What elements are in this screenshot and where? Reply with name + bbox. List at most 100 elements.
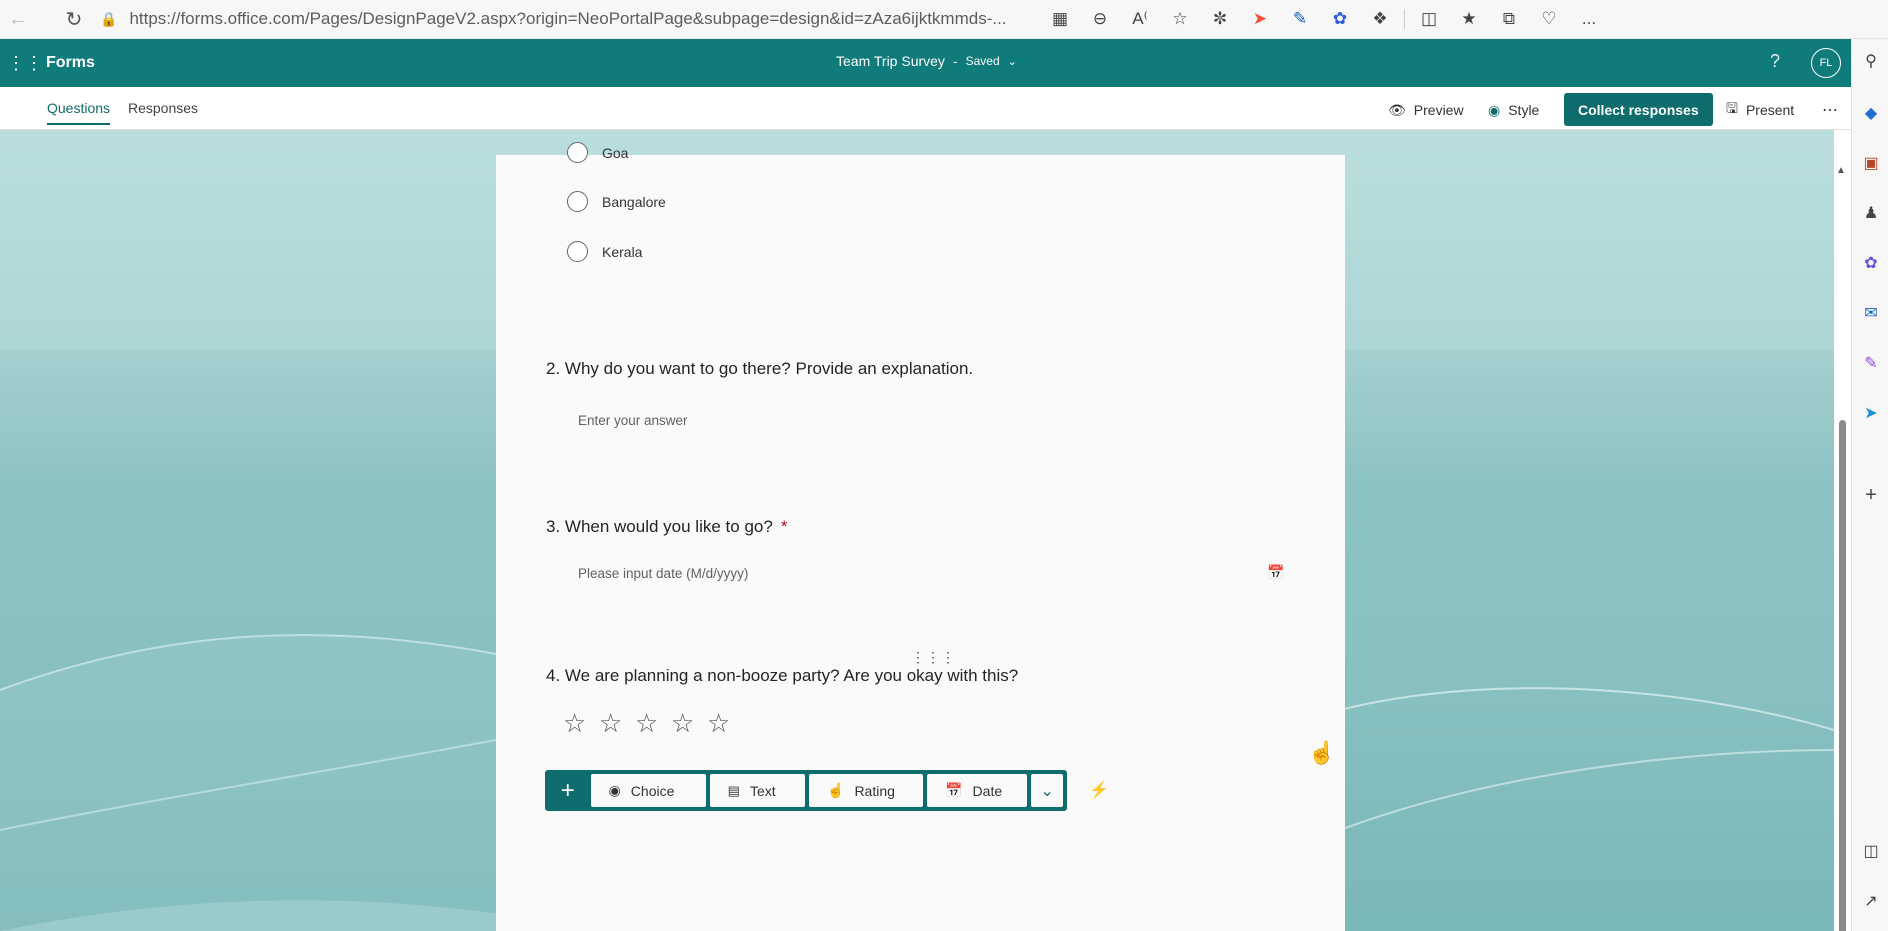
add-question-button[interactable]: + bbox=[549, 774, 587, 807]
extension-bug-icon[interactable]: ✼ bbox=[1200, 4, 1240, 34]
style-button[interactable]: ◉ Style bbox=[1488, 95, 1539, 125]
lock-icon: 🔒 bbox=[100, 10, 118, 27]
lightning-icon[interactable]: ⚡ bbox=[1089, 780, 1109, 800]
browser-toolbar: ← ↻ 🔒 https://forms.office.com/Pages/Des… bbox=[0, 0, 1888, 39]
choice-button[interactable]: ◉ Choice bbox=[590, 774, 706, 807]
rating-button[interactable]: ☝ Rating bbox=[809, 774, 924, 807]
copilot-icon[interactable]: ✿ bbox=[1859, 251, 1883, 275]
avatar[interactable]: FL bbox=[1811, 48, 1841, 78]
help-icon[interactable]: ? bbox=[1770, 51, 1780, 72]
preview-button[interactable]: 👁 Preview bbox=[1388, 95, 1464, 125]
extension-flame-icon[interactable]: ✿ bbox=[1320, 4, 1360, 34]
more-icon[interactable]: ... bbox=[1569, 4, 1609, 34]
browser-toolbar-icons: ▦ ⊖ A⁽ ☆ ✼ ➤ ✎ ✿ ❖ ◫ ★ ⧉ ♡ ... bbox=[1040, 4, 1609, 34]
answer-input[interactable]: Enter your answer bbox=[578, 413, 688, 428]
hand-cursor-icon: ☝ bbox=[1308, 740, 1336, 765]
back-icon[interactable]: ← bbox=[0, 4, 36, 34]
calendar-icon: 📅 bbox=[945, 782, 963, 798]
question-3-title[interactable]: 3. When would you like to go? * bbox=[546, 517, 787, 537]
add-question-toolbar: + ◉ Choice ▤ Text ☝ Rating 📅 Date ⌄ bbox=[545, 770, 1067, 811]
drag-handle-icon[interactable]: ⋮⋮⋮ bbox=[911, 649, 956, 666]
form-title-area[interactable]: Team Trip Survey - Saved ⌄ bbox=[836, 53, 1017, 69]
palette-icon: ◉ bbox=[1488, 101, 1501, 118]
star-icon[interactable]: ☆ bbox=[707, 710, 730, 736]
radio-button[interactable] bbox=[567, 142, 588, 163]
required-mark: * bbox=[780, 517, 788, 536]
thumbs-up-icon: ☝ bbox=[827, 782, 845, 798]
present-button[interactable]: 🖫 Present bbox=[1726, 95, 1794, 125]
app-launcher-icon[interactable]: ⋮⋮⋮ bbox=[0, 39, 43, 87]
q1-option[interactable]: Goa bbox=[567, 142, 628, 163]
star-icon[interactable]: ☆ bbox=[599, 710, 622, 736]
tag-icon[interactable]: ◆ bbox=[1859, 101, 1883, 125]
extensions-icon[interactable]: ❖ bbox=[1360, 4, 1400, 34]
question-2-title[interactable]: 2. Why do you want to go there? Provide … bbox=[546, 359, 973, 379]
toolbar-divider bbox=[1404, 9, 1405, 29]
date-label: Date bbox=[972, 782, 1003, 799]
monitor-icon: 🖫 bbox=[1726, 100, 1738, 116]
sidebar-toggle-icon[interactable]: ◫ bbox=[1859, 839, 1883, 863]
more-question-types-button[interactable]: ⌄ bbox=[1031, 774, 1064, 807]
option-label: Goa bbox=[602, 144, 629, 161]
favorite-icon[interactable]: ☆ bbox=[1160, 4, 1200, 34]
save-status: Saved bbox=[965, 54, 1000, 68]
command-bar: Questions Responses 👁 Preview ◉ Style Co… bbox=[0, 87, 1851, 130]
style-label: Style bbox=[1508, 102, 1540, 118]
text-button[interactable]: ▤ Text bbox=[709, 774, 805, 807]
add-icon[interactable]: + bbox=[1859, 483, 1883, 507]
url-text[interactable]: https://forms.office.com/Pages/DesignPag… bbox=[129, 9, 1009, 29]
calendar-icon[interactable]: 📅 bbox=[1267, 564, 1284, 581]
present-label: Present bbox=[1745, 102, 1795, 118]
designer-icon[interactable]: ✎ bbox=[1859, 351, 1883, 375]
zoom-out-icon[interactable]: ⊖ bbox=[1080, 4, 1120, 34]
radio-button[interactable] bbox=[567, 191, 588, 212]
health-icon[interactable]: ♡ bbox=[1529, 4, 1569, 34]
form-title: Team Trip Survey bbox=[836, 53, 945, 69]
text-label: Text bbox=[749, 782, 776, 799]
star-icon[interactable]: ☆ bbox=[635, 710, 658, 736]
option-label: Kerala bbox=[602, 243, 643, 260]
option-label: Bangalore bbox=[602, 193, 666, 210]
radio-button[interactable] bbox=[567, 241, 588, 262]
star-icon[interactable]: ☆ bbox=[563, 710, 586, 736]
star-icon[interactable]: ☆ bbox=[671, 710, 694, 736]
rating-label: Rating bbox=[854, 782, 895, 799]
send-icon[interactable]: ➤ bbox=[1859, 401, 1883, 425]
app-available-icon[interactable]: ▦ bbox=[1040, 4, 1080, 34]
radio-icon: ◉ bbox=[608, 782, 621, 798]
external-link-icon[interactable]: ↗ bbox=[1859, 889, 1883, 913]
eye-icon: 👁 bbox=[1388, 101, 1406, 118]
q1-option[interactable]: Kerala bbox=[567, 241, 642, 262]
forms-header: ⋮⋮⋮ Forms Team Trip Survey - Saved ⌄ ? F… bbox=[0, 39, 1851, 87]
scroll-up-arrow-icon[interactable]: ▲ bbox=[1836, 165, 1846, 176]
read-aloud-icon[interactable]: A⁽ bbox=[1120, 4, 1160, 34]
choice-label: Choice bbox=[630, 782, 675, 799]
chevron-down-icon: ⌄ bbox=[1007, 55, 1017, 68]
browser-sidebar: ⚲ ◆ ▣ ♟ ✿ ✉ ✎ ➤ + ◫ ↗ bbox=[1851, 39, 1888, 931]
more-options-button[interactable]: ⋯ bbox=[1822, 95, 1838, 125]
extension-swift-icon[interactable]: ➤ bbox=[1240, 4, 1280, 34]
scroll-thumb[interactable] bbox=[1839, 420, 1846, 931]
favorites-icon[interactable]: ★ bbox=[1449, 4, 1489, 34]
split-screen-icon[interactable]: ◫ bbox=[1409, 4, 1449, 34]
question-3-text: 3. When would you like to go? bbox=[546, 517, 773, 536]
outlook-icon[interactable]: ✉ bbox=[1859, 301, 1883, 325]
collections-icon[interactable]: ⧉ bbox=[1489, 4, 1529, 34]
date-button[interactable]: 📅 Date bbox=[927, 774, 1028, 807]
text-icon: ▤ bbox=[727, 782, 740, 798]
search-icon[interactable]: ⚲ bbox=[1859, 49, 1883, 73]
question-4-title[interactable]: 4. We are planning a non-booze party? Ar… bbox=[546, 666, 1018, 686]
tab-questions[interactable]: Questions bbox=[47, 100, 111, 125]
people-icon[interactable]: ♟ bbox=[1859, 201, 1883, 225]
q1-option[interactable]: Bangalore bbox=[567, 191, 666, 212]
date-input[interactable]: Please input date (M/d/yyyy) bbox=[578, 566, 748, 581]
address-bar[interactable]: 🔒 https://forms.office.com/Pages/DesignP… bbox=[92, 4, 1032, 34]
app-name[interactable]: Forms bbox=[46, 54, 95, 72]
extension-picker-icon[interactable]: ✎ bbox=[1280, 4, 1320, 34]
chevron-down-icon: ⌄ bbox=[1040, 782, 1054, 800]
scrollbar[interactable]: ▲ bbox=[1834, 155, 1851, 931]
refresh-icon[interactable]: ↻ bbox=[56, 4, 92, 34]
collect-responses-button[interactable]: Collect responses bbox=[1564, 93, 1713, 126]
toolbox-icon[interactable]: ▣ bbox=[1859, 151, 1883, 175]
tab-responses[interactable]: Responses bbox=[128, 100, 198, 116]
